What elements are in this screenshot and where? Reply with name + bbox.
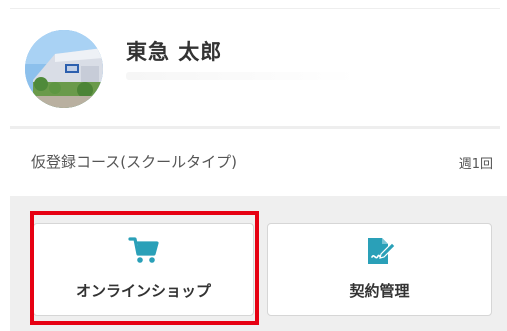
avatar	[25, 30, 103, 108]
online-shop-label: オンラインショップ	[75, 282, 211, 300]
top-divider	[10, 8, 500, 9]
cart-icon	[127, 236, 160, 266]
plan-row: 仮登録コース(スクールタイプ) 週1回	[0, 129, 507, 195]
online-shop-button[interactable]: オンラインショップ	[33, 223, 254, 316]
plan-frequency: 週1回	[458, 157, 493, 172]
name-subtext-placeholder	[126, 72, 356, 80]
avatar-building-image	[25, 30, 103, 108]
user-name: 東急 太郎	[126, 40, 223, 64]
plan-name: 仮登録コース(スクールタイプ)	[31, 153, 237, 171]
profile-header: 東急 太郎	[0, 10, 507, 128]
contract-management-button[interactable]: 契約管理	[267, 223, 492, 316]
contract-edit-icon	[364, 236, 396, 266]
page: 東急 太郎 仮登録コース(スクールタイプ) 週1回 オンラインショップ 契約管理	[0, 0, 507, 331]
contract-management-label: 契約管理	[349, 282, 410, 300]
